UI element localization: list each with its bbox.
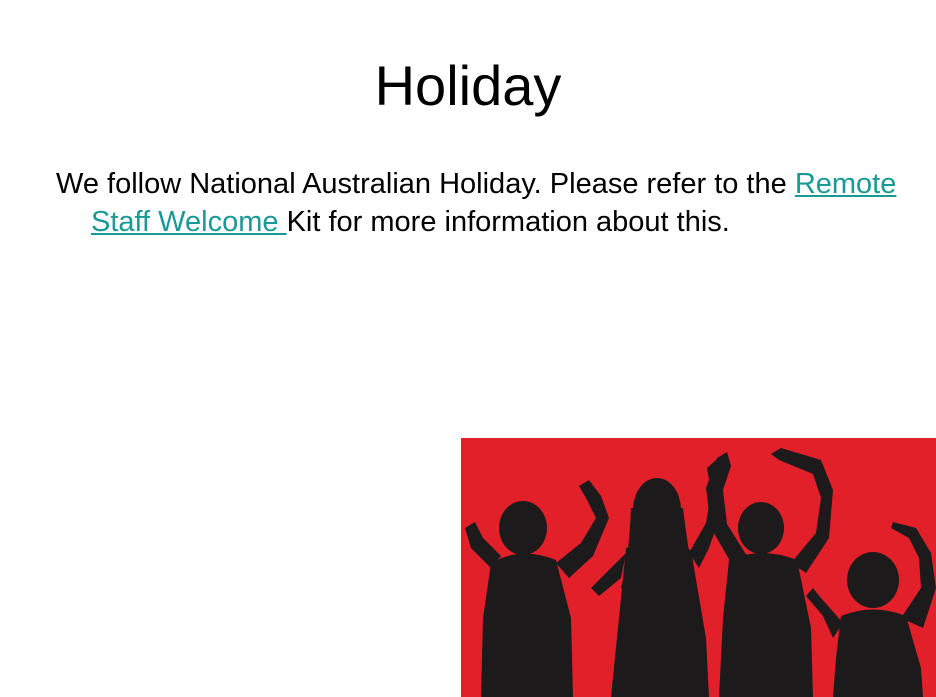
- slide-title: Holiday: [374, 54, 562, 117]
- body-paragraph: We follow National Australian Holiday. P…: [56, 165, 911, 241]
- slide: Holiday We follow National Australian Ho…: [0, 0, 936, 697]
- body-text-before: We follow National Australian Holiday. P…: [56, 168, 795, 200]
- silhouette-icon: [461, 438, 936, 697]
- body-text-after: Kit for more information about this.: [286, 206, 730, 238]
- dancing-people-image: [461, 438, 936, 697]
